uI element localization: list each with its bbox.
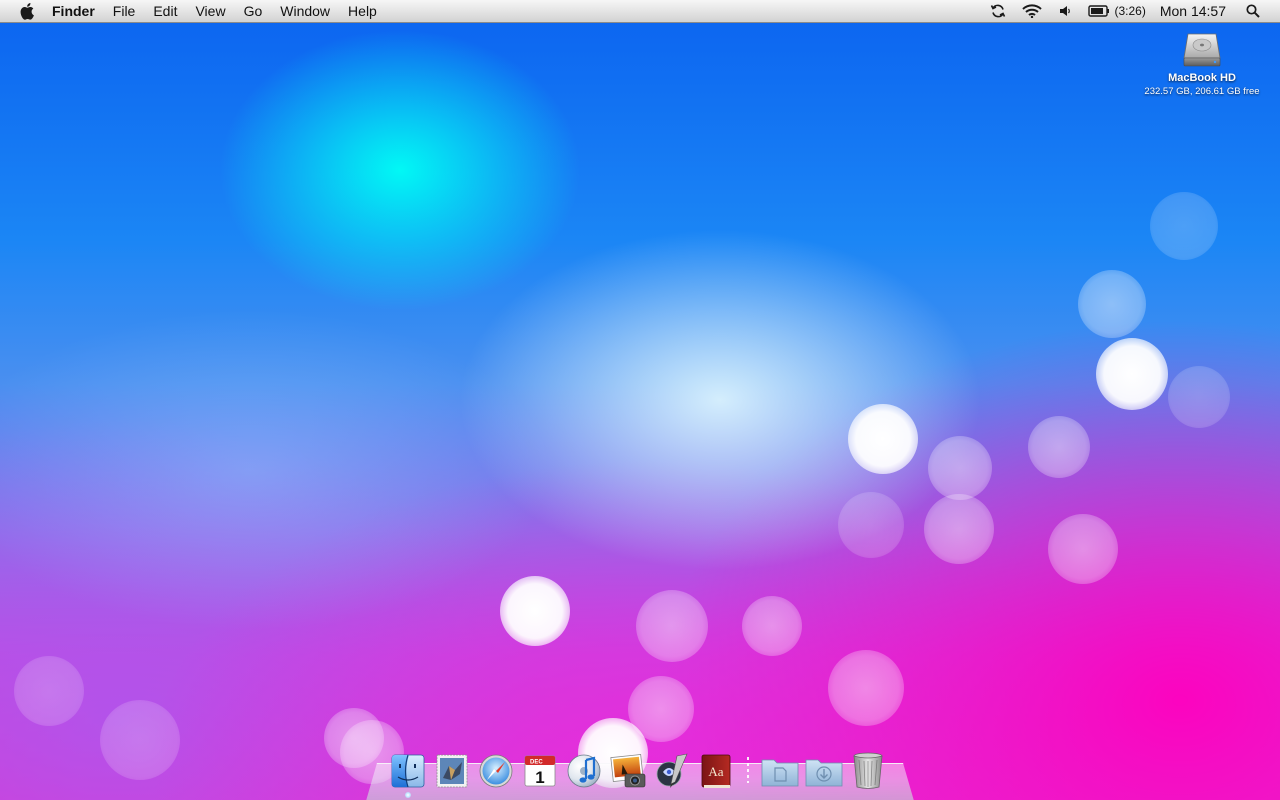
drive-capacity-info: 232.57 GB, 206.61 GB free bbox=[1144, 86, 1260, 97]
volume-icon bbox=[1060, 6, 1071, 16]
mail-icon bbox=[436, 754, 468, 788]
battery-icon bbox=[1088, 5, 1110, 17]
bokeh-light bbox=[928, 436, 992, 500]
dock-item-trash[interactable] bbox=[848, 748, 888, 790]
spotlight-menu[interactable] bbox=[1246, 0, 1260, 22]
time-machine-sync-icon bbox=[991, 4, 1006, 18]
drive-name: MacBook HD bbox=[1168, 72, 1236, 84]
running-indicator bbox=[405, 792, 411, 798]
bokeh-light bbox=[1048, 514, 1118, 584]
bokeh-light bbox=[14, 656, 84, 726]
dock-item-itunes[interactable] bbox=[564, 748, 604, 790]
dock-stack-documents[interactable] bbox=[760, 748, 800, 790]
battery-time-remaining: (3:26) bbox=[1114, 4, 1146, 18]
ical-day: 1 bbox=[535, 768, 544, 787]
menu-view[interactable]: View bbox=[186, 0, 234, 22]
dock-item-finder[interactable] bbox=[388, 748, 428, 798]
bokeh-light bbox=[924, 494, 994, 564]
safari-icon bbox=[479, 754, 513, 788]
menu-file[interactable]: File bbox=[104, 0, 145, 22]
menu-clock[interactable]: Mon 14:57 bbox=[1160, 3, 1226, 19]
menu-app-finder[interactable]: Finder bbox=[52, 0, 104, 22]
dock-stack-downloads[interactable] bbox=[804, 748, 844, 790]
bokeh-light bbox=[742, 596, 802, 656]
dock: DEC 1 Aa bbox=[388, 742, 892, 798]
menu-go[interactable]: Go bbox=[235, 0, 272, 22]
bokeh-light bbox=[100, 700, 180, 780]
dock-item-dictionary[interactable]: Aa bbox=[696, 748, 736, 790]
bokeh-light bbox=[500, 576, 570, 646]
bokeh-light bbox=[848, 404, 918, 474]
bokeh-light bbox=[1168, 366, 1230, 428]
wifi-menu[interactable] bbox=[1022, 0, 1043, 22]
menu-bar: Finder File Edit View Go Window Help (3:… bbox=[0, 0, 1280, 23]
bokeh-light bbox=[628, 676, 694, 742]
desktop-drive-icon[interactable]: MacBook HD 232.57 GB, 206.61 GB free bbox=[1136, 28, 1268, 97]
desktop-wallpaper: MacBook HD 232.57 GB, 206.61 GB free DEC… bbox=[0, 0, 1280, 800]
volume-menu[interactable] bbox=[1058, 0, 1072, 22]
apple-logo-icon bbox=[20, 3, 34, 20]
ical-month: DEC bbox=[530, 760, 543, 766]
itunes-icon bbox=[567, 754, 601, 788]
dictionary-glyph: Aa bbox=[708, 764, 723, 779]
menu-window[interactable]: Window bbox=[271, 0, 339, 22]
dock-item-ical[interactable]: DEC 1 bbox=[520, 748, 560, 790]
dock-item-preview[interactable] bbox=[652, 748, 692, 790]
dock-item-mail[interactable] bbox=[432, 748, 472, 790]
iphoto-icon bbox=[610, 754, 646, 788]
trash-icon bbox=[853, 752, 883, 789]
dictionary-icon: Aa bbox=[701, 754, 731, 788]
menu-edit[interactable]: Edit bbox=[144, 0, 186, 22]
battery-menu[interactable]: (3:26) bbox=[1088, 0, 1146, 22]
documents-folder-icon bbox=[761, 759, 799, 787]
downloads-folder-icon bbox=[805, 759, 843, 787]
bokeh-light bbox=[1150, 192, 1218, 260]
dock-separator[interactable] bbox=[742, 750, 754, 790]
bokeh-light bbox=[1096, 338, 1168, 410]
dock-item-iphoto[interactable] bbox=[608, 748, 648, 790]
bokeh-light bbox=[828, 650, 904, 726]
spotlight-search-icon bbox=[1246, 4, 1260, 18]
hard-drive-icon bbox=[1183, 33, 1221, 67]
dock-item-safari[interactable] bbox=[476, 748, 516, 790]
menu-help[interactable]: Help bbox=[339, 0, 386, 22]
time-machine-sync-menu[interactable] bbox=[990, 0, 1006, 22]
bokeh-light bbox=[1028, 416, 1090, 478]
finder-icon bbox=[391, 754, 425, 788]
bokeh-light bbox=[838, 492, 904, 558]
bokeh-light bbox=[636, 590, 708, 662]
bokeh-light bbox=[1078, 270, 1146, 338]
preview-icon bbox=[656, 753, 688, 788]
apple-menu[interactable] bbox=[18, 2, 38, 20]
wifi-icon bbox=[1022, 4, 1043, 18]
ical-icon: DEC 1 bbox=[524, 755, 556, 787]
